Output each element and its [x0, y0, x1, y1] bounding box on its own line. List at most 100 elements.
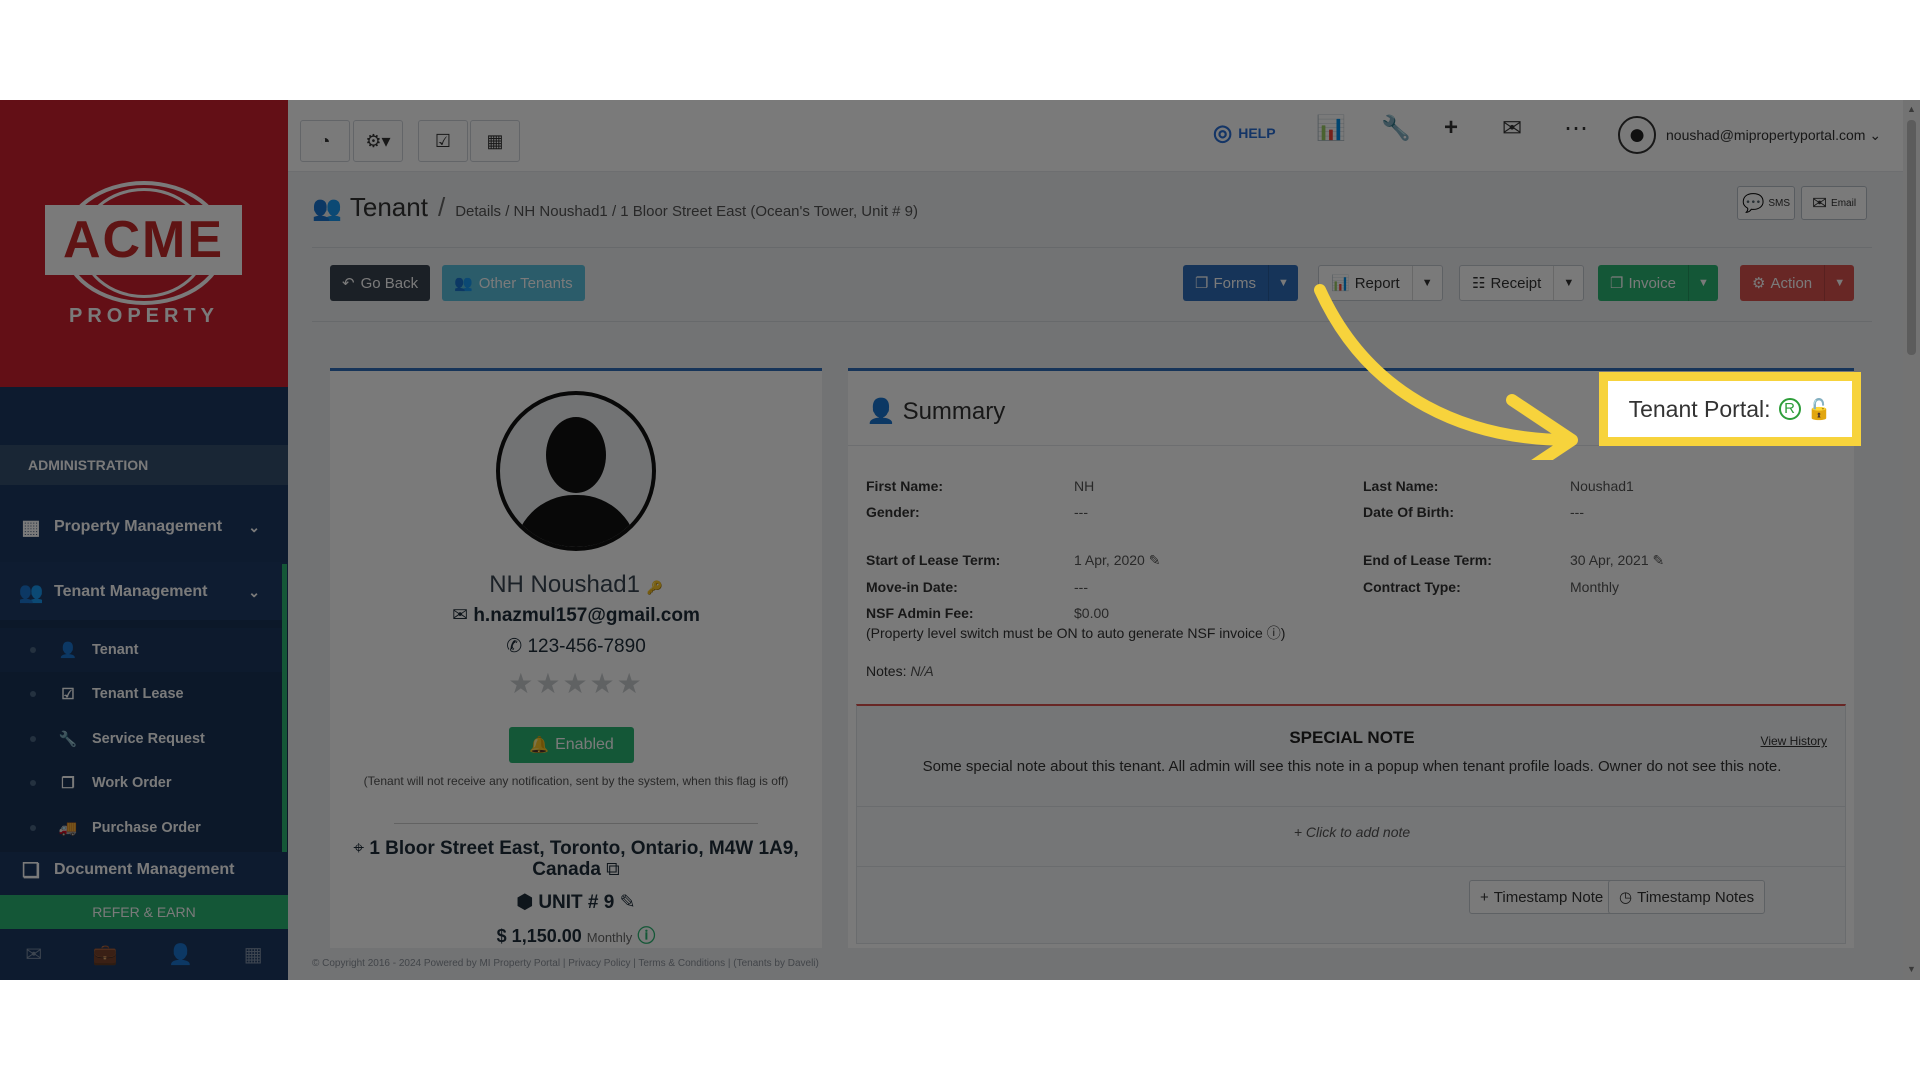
info-icon[interactable]: ⓘ	[1267, 625, 1281, 641]
lease-start-label: Start of Lease Term:	[866, 552, 1001, 568]
external-link-icon[interactable]: ⧉	[606, 859, 620, 880]
notes: Notes: N/A	[866, 663, 934, 679]
action-button[interactable]: ⚙ Action	[1740, 265, 1824, 301]
calculator-button[interactable]: ▦	[470, 120, 520, 162]
star-rating[interactable]: ★★★★★	[330, 667, 822, 700]
gear-icon: ⚙	[1752, 275, 1766, 292]
scrollbar-thumb[interactable]	[1907, 120, 1916, 355]
timestamp-note-button[interactable]: + Timestamp Note	[1469, 880, 1615, 914]
info-icon[interactable]: ⓘ	[637, 926, 655, 946]
breadcrumb-path[interactable]: Details / NH Noushad1 / 1 Bloor Street E…	[455, 203, 918, 220]
users-icon: 👥	[454, 275, 473, 292]
plus-icon: +	[1293, 824, 1306, 840]
dashboard-button[interactable]: ◔	[300, 120, 350, 162]
first-name-label: First Name:	[866, 478, 944, 494]
users-icon: 👥	[312, 195, 342, 222]
edit-icon[interactable]: ✎	[1149, 552, 1161, 568]
dob-label: Date Of Birth:	[1363, 504, 1454, 520]
key-icon[interactable]: 🔑	[647, 580, 663, 595]
gear-icon: ⚙▾	[365, 130, 391, 151]
tenant-portal-status[interactable]: Tenant Portal: R 🔓	[1599, 372, 1861, 446]
star-icon[interactable]: ★	[535, 668, 562, 699]
forms-dropdown-toggle[interactable]: ▼	[1267, 265, 1298, 301]
help-link[interactable]: ◎ HELP	[1213, 118, 1276, 148]
forms-split-button[interactable]: ❐ Forms ▼	[1183, 265, 1298, 301]
notification-toggle[interactable]: 🔔 Enabled	[509, 727, 634, 763]
more-icon[interactable]: ⋯	[1564, 114, 1588, 143]
plus-icon[interactable]: +	[1444, 114, 1458, 142]
go-back-button[interactable]: ↶ Go Back	[330, 265, 431, 301]
tenant-phone[interactable]: ✆ 123-456-7890	[330, 635, 822, 658]
summary-title-text: Summary	[902, 398, 1006, 425]
sidebar-item-label: Property Management	[54, 518, 223, 535]
add-note-link[interactable]: + Click to add note	[857, 824, 1847, 840]
sidebar-subitem-purchase-order[interactable]: 🚚 Purchase Order	[0, 806, 282, 850]
star-icon[interactable]: ★	[508, 668, 535, 699]
edit-icon[interactable]: ✎	[620, 892, 636, 913]
star-icon[interactable]: ★	[617, 668, 644, 699]
timestamp-notes-button[interactable]: ◷ Timestamp Notes	[1608, 880, 1766, 914]
unlock-icon[interactable]: 🔓	[1807, 397, 1832, 422]
forms-button[interactable]: ❐ Forms	[1183, 265, 1268, 301]
tenant-rent: $ 1,150.00 Monthly ⓘ	[330, 922, 822, 948]
action-split-button[interactable]: ⚙ Action ▼	[1740, 265, 1855, 301]
sidebar-item-tenant-management[interactable]: 👥 Tenant Management ⌄	[0, 562, 288, 622]
sidebar-subitem-label: Tenant Lease	[92, 686, 184, 702]
nsf-fee-value: $0.00	[1074, 605, 1110, 621]
add-note-label: Click to add note	[1305, 824, 1411, 840]
bullet-icon	[30, 647, 36, 653]
envelope-icon: ✉	[1811, 192, 1828, 213]
notification-note: (Tenant will not receive any notificatio…	[363, 774, 789, 788]
user-icon[interactable]: 👤	[168, 942, 193, 967]
edit-icon[interactable]: ✎	[1653, 552, 1665, 568]
star-icon[interactable]: ★	[590, 668, 617, 699]
star-icon[interactable]: ★	[562, 668, 589, 699]
divider	[394, 823, 758, 824]
notes-label: Notes:	[866, 663, 907, 679]
scroll-up-icon[interactable]: ▲	[1907, 104, 1916, 114]
envelope-icon[interactable]: ✉	[1502, 114, 1522, 143]
invoice-dropdown-toggle[interactable]: ▼	[1687, 265, 1718, 301]
gender-value: ---	[1074, 504, 1088, 520]
settings-dropdown-button[interactable]: ⚙▾	[353, 120, 403, 162]
tenant-email[interactable]: ✉ h.nazmul157@gmail.com	[330, 604, 822, 627]
phone-icon: ✆	[506, 636, 528, 657]
wrench-icon[interactable]: 🔧	[1381, 114, 1411, 143]
sidebar-subitem-service-request[interactable]: 🔧 Service Request	[0, 717, 282, 761]
envelope-icon[interactable]: ✉	[25, 942, 42, 967]
calendar-button[interactable]: ☑	[418, 120, 468, 162]
refer-earn-button[interactable]: REFER & EARN	[0, 895, 288, 929]
action-dropdown-toggle[interactable]: ▼	[1824, 265, 1854, 301]
sidebar-item-property-management[interactable]: ▦ Property Management ⌄	[0, 497, 288, 557]
active-indicator	[282, 564, 287, 852]
bar-chart-icon[interactable]: 📊	[1316, 114, 1346, 143]
other-tenants-button[interactable]: 👥 Other Tenants	[442, 265, 585, 301]
user-menu[interactable]: ● noushad@mipropertyportal.com ⌄	[1618, 115, 1881, 155]
sidebar-subitem-label: Work Order	[92, 775, 172, 791]
tenant-avatar[interactable]	[496, 391, 656, 551]
email-button[interactable]: ✉ Email	[1801, 186, 1867, 220]
sidebar-item-document-management[interactable]: ❏ Document Management	[0, 850, 288, 890]
avatar: ●	[1618, 116, 1656, 154]
contract-type-value: Monthly	[1570, 579, 1620, 595]
sidebar-subitem-tenant-lease[interactable]: ☑ Tenant Lease	[0, 672, 282, 716]
view-history-link[interactable]: View History	[1761, 734, 1827, 748]
nsf-fee-label: NSF Admin Fee:	[866, 605, 974, 621]
invoice-split-button[interactable]: ❐ Invoice ▼	[1598, 265, 1718, 301]
invoice-label: Invoice	[1628, 274, 1676, 292]
scrollbar[interactable]: ▲ ▼	[1903, 100, 1920, 980]
briefcase-icon[interactable]: 💼	[93, 942, 118, 967]
brand-logo-area[interactable]: ACME PROPERTY	[0, 100, 288, 387]
calculator-icon[interactable]: ▦	[244, 942, 263, 967]
sidebar-subitem-work-order[interactable]: ❐ Work Order	[0, 761, 282, 805]
bullet-icon	[30, 691, 36, 697]
sms-button[interactable]: 💬 SMS	[1737, 186, 1795, 220]
sidebar-subitem-tenant[interactable]: 👤 Tenant	[0, 628, 282, 672]
invoice-button[interactable]: ❐ Invoice	[1598, 265, 1688, 301]
tenant-name: NH Noushad1 🔑	[330, 571, 822, 599]
scroll-down-icon[interactable]: ▼	[1907, 964, 1916, 974]
breadcrumb: 👥 Tenant / Details / NH Noushad1 / 1 Blo…	[312, 192, 918, 223]
tenant-management-submenu: 👤 Tenant ☑ Tenant Lease 🔧 Service Reques…	[0, 620, 288, 852]
tenant-unit-text: UNIT # 9	[538, 892, 615, 913]
documents-icon: ❏	[22, 859, 40, 882]
